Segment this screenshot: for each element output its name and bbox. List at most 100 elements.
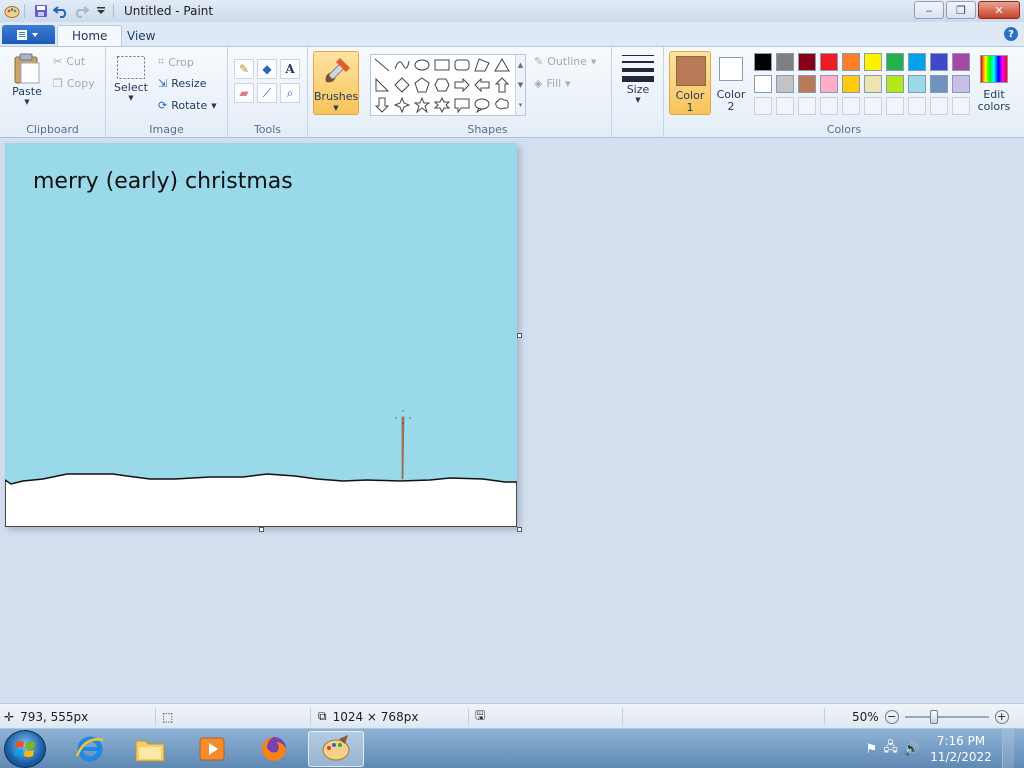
- taskbar-firefox[interactable]: [246, 731, 302, 767]
- title-bar: Untitled - Paint ‒ ❐ ✕: [0, 0, 1024, 22]
- taskbar-internet-explorer[interactable]: [62, 731, 118, 767]
- hexagon-shape[interactable]: [433, 76, 451, 94]
- zoom-in-button[interactable]: +: [994, 709, 1009, 724]
- window-title: Untitled - Paint: [124, 4, 214, 18]
- image-size-icon: ⧉: [318, 709, 327, 723]
- outline-button[interactable]: ✎ Outline ▼: [534, 55, 596, 68]
- show-desktop-button[interactable]: [1002, 729, 1014, 768]
- resize-handle-corner[interactable]: [517, 527, 522, 532]
- paint-menu-button[interactable]: [2, 25, 55, 44]
- up-arrow-shape[interactable]: [493, 76, 511, 94]
- save-icon[interactable]: [33, 3, 49, 19]
- tools-group: ✎ ◆ A ▰ ⟋ ⌕ Tools: [228, 47, 308, 139]
- copy-label: Copy: [66, 77, 95, 90]
- taskbar-windows-explorer[interactable]: [122, 731, 178, 767]
- volume-icon[interactable]: 🔊: [904, 742, 920, 757]
- help-icon[interactable]: ?: [1004, 27, 1018, 41]
- line-size-icon: [622, 55, 654, 82]
- undo-icon[interactable]: [53, 3, 69, 19]
- cut-button[interactable]: ✂ Cut: [53, 55, 85, 68]
- selection-size-cell: ⬚: [162, 704, 179, 729]
- rectangular-callout-shape[interactable]: [453, 96, 471, 114]
- cut-label: Cut: [66, 55, 86, 68]
- magnifier-tool[interactable]: ⌕: [280, 83, 300, 103]
- text-tool[interactable]: A: [280, 59, 300, 79]
- polygon-shape[interactable]: [473, 56, 491, 74]
- select-button[interactable]: Select ▼: [114, 55, 148, 102]
- zoom-out-button[interactable]: −: [884, 709, 899, 724]
- paint-app-icon[interactable]: [4, 3, 20, 19]
- resize-button[interactable]: ⇲ Resize: [158, 77, 206, 90]
- fill-label: Fill: [546, 77, 562, 90]
- clock[interactable]: 7:16 PM 11/2/2022: [926, 733, 996, 765]
- clock-date: 11/2/2022: [930, 750, 992, 764]
- file-size-cell: 🖫: [475, 704, 485, 729]
- right-triangle-shape[interactable]: [373, 76, 391, 94]
- paste-icon: [14, 53, 40, 84]
- pencil-tool[interactable]: ✎: [234, 59, 254, 79]
- rounded-rectangle-shape[interactable]: [453, 56, 471, 74]
- fill-tool[interactable]: ◆: [257, 59, 277, 79]
- cloud-callout-shape[interactable]: [493, 96, 511, 114]
- fill-button[interactable]: ◈ Fill ▼: [534, 77, 571, 90]
- brushes-label: Brushes: [314, 90, 359, 103]
- paste-button[interactable]: Paste ▼: [8, 53, 46, 106]
- five-point-star-shape[interactable]: [413, 96, 431, 114]
- drawing-canvas[interactable]: merry (early) christmas: [5, 143, 517, 527]
- down-arrow-shape[interactable]: [373, 96, 391, 114]
- tree-trunk: [395, 410, 411, 480]
- zoom-slider[interactable]: [904, 709, 989, 724]
- four-point-star-shape[interactable]: [393, 96, 411, 114]
- zoom-cell: 50% − +: [852, 704, 1009, 729]
- oval-shape[interactable]: [413, 56, 431, 74]
- triangle-shape[interactable]: [493, 56, 511, 74]
- windows-logo-icon: [14, 741, 35, 757]
- copy-button[interactable]: ❐ Copy: [53, 77, 95, 90]
- minimize-button[interactable]: ‒: [914, 1, 944, 19]
- rectangle-shape[interactable]: [433, 56, 451, 74]
- crop-button[interactable]: ⌗ Crop: [158, 55, 194, 69]
- action-center-icon[interactable]: ⚑: [866, 742, 878, 757]
- clock-time: 7:16 PM: [936, 734, 986, 748]
- eraser-tool[interactable]: ▰: [234, 83, 254, 103]
- color-picker-tool[interactable]: ⟋: [257, 83, 277, 103]
- customize-quick-access-icon[interactable]: [93, 3, 109, 19]
- pentagon-shape[interactable]: [413, 76, 431, 94]
- eraser-icon: ▰: [239, 86, 249, 100]
- rotate-icon: ⟳: [158, 99, 168, 112]
- colors-group-label: Colors: [826, 123, 862, 136]
- curve-shape[interactable]: [393, 56, 411, 74]
- six-point-star-shape[interactable]: [433, 96, 451, 114]
- left-arrow-shape[interactable]: [473, 76, 491, 94]
- close-button[interactable]: ✕: [978, 1, 1020, 19]
- magnifier-icon: ⌕: [286, 85, 294, 100]
- resize-handle-right[interactable]: [517, 333, 522, 338]
- shapes-scrollbar[interactable]: ▲ ▼ ▾: [515, 55, 525, 115]
- right-arrow-shape[interactable]: [453, 76, 471, 94]
- rotate-button[interactable]: ⟳ Rotate ▼: [158, 99, 217, 112]
- brushes-button[interactable]: Brushes ▼: [313, 51, 359, 115]
- zoom-slider-thumb[interactable]: [929, 709, 938, 724]
- start-button[interactable]: [4, 730, 46, 768]
- oval-callout-shape[interactable]: [473, 96, 491, 114]
- disk-icon: 🖫: [475, 708, 486, 722]
- tab-view[interactable]: View: [113, 25, 169, 46]
- media-player-icon: [199, 737, 225, 761]
- internet-explorer-icon: [75, 736, 104, 762]
- eyedropper-icon: ⟋: [262, 85, 272, 100]
- copy-icon: ❐: [53, 77, 63, 90]
- resize-handle-bottom[interactable]: [259, 527, 264, 532]
- taskbar-media-player[interactable]: [184, 731, 240, 767]
- size-button[interactable]: Size ▼: [618, 53, 658, 104]
- taskbar-paint[interactable]: [308, 731, 364, 767]
- diamond-shape[interactable]: [393, 76, 411, 94]
- line-shape[interactable]: [373, 56, 391, 74]
- network-icon[interactable]: 🖧: [883, 738, 898, 760]
- rotate-label: Rotate: [171, 99, 208, 112]
- scroll-up-icon: ▲: [517, 61, 524, 69]
- image-size-cell: ⧉ 1024 × 768px: [318, 704, 418, 729]
- shapes-gallery: ▲ ▼ ▾: [370, 54, 526, 116]
- restore-button[interactable]: ❐: [946, 1, 976, 19]
- redo-icon[interactable]: [73, 3, 89, 19]
- cursor-position-cell: ✛ 793, 555px: [4, 704, 88, 729]
